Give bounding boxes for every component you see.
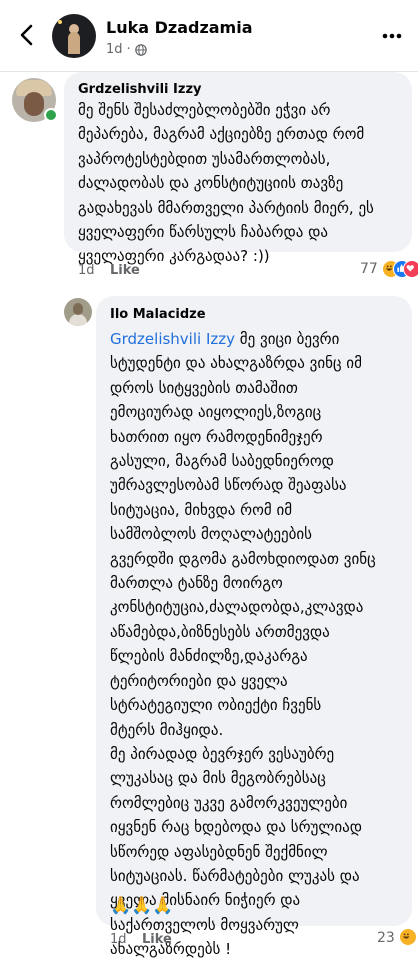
haha-reaction-icon (399, 928, 417, 946)
like-button[interactable]: Like (110, 263, 140, 278)
comment-author[interactable]: Ilo Malacidze (110, 307, 206, 322)
reaction-count[interactable]: 23 (377, 930, 395, 946)
post-header: Luka Dzadzamia 1d · (0, 0, 418, 72)
meta-separator: · (126, 42, 131, 57)
back-arrow-icon[interactable] (12, 20, 42, 50)
author-avatar[interactable] (52, 14, 96, 58)
online-status-dot (44, 108, 58, 122)
comment-text: მე შენს შესაძლებლობებში ეჭვი არ მეპარება… (78, 101, 374, 266)
like-button[interactable]: Like (142, 932, 172, 947)
comment-body: Grdzelishvili Izzy მე ვიცი ბევრი სტუდენტ… (110, 327, 410, 960)
author-name[interactable]: Luka Dzadzamia (106, 18, 253, 37)
love-reaction-icon (403, 260, 418, 278)
prayer-emojis: 🙏🙏🙏 (110, 896, 174, 916)
post-meta: 1d · (106, 42, 147, 57)
globe-icon (134, 43, 147, 56)
post-time[interactable]: 1d (106, 42, 123, 57)
comment-text: მე ვიცი ბევრი სტუდენტი და ახალგაზრდა ვინ… (110, 330, 376, 959)
more-options-icon[interactable] (380, 24, 404, 48)
reaction-count[interactable]: 77 (360, 261, 378, 277)
comment-time[interactable]: 1d (78, 263, 95, 278)
comment-time[interactable]: 1d (110, 932, 127, 947)
commenter-avatar[interactable] (64, 298, 92, 326)
comment-author[interactable]: Grdzelishvili Izzy (78, 82, 202, 97)
mention-link[interactable]: Grdzelishvili Izzy (110, 330, 235, 348)
